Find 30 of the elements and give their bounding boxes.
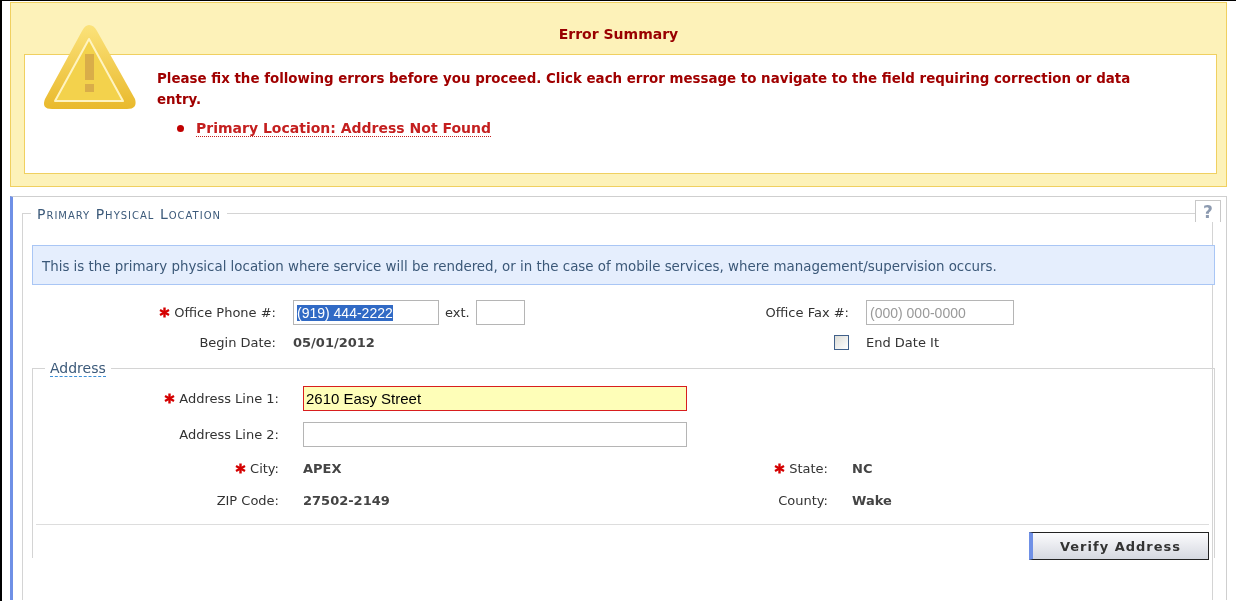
field-label: Address Line 2: (179, 427, 279, 442)
field-label: Address Line 1: (179, 391, 279, 406)
field-label: State: (789, 461, 828, 476)
bullet-icon (177, 125, 184, 132)
field-value: Wake (852, 492, 893, 510)
field-label: ext. (445, 305, 470, 320)
field-label: County: (778, 493, 828, 508)
field-label: Office Fax #: (765, 305, 849, 320)
field-value: 27502-2149 (303, 492, 391, 510)
checkbox-label: End Date It (866, 335, 940, 350)
field-value: NC (852, 460, 874, 478)
info-message: This is the primary physical location where service will be rendered, or in the case of mobile services, where management/supervision occurs. (32, 245, 1215, 285)
fax-field[interactable]: (000) 000-0000 (866, 300, 1014, 325)
address-field[interactable] (303, 422, 687, 447)
field-label: ZIP Code: (216, 493, 279, 508)
phone-field[interactable]: (919) 444-2222 (293, 300, 439, 325)
field-label: Office Phone #: (174, 305, 276, 320)
field-label: City: (250, 461, 279, 476)
field-value: APEX (303, 460, 343, 478)
address-field[interactable]: 2610 Easy Street (303, 386, 687, 411)
field-label: Begin Date: (199, 335, 276, 350)
summary-title: Error Summary (557, 25, 680, 43)
error-message: Please fix the following errors before you proceed. Click each error message to navigate to the field requiring correction or data entry. (157, 70, 1132, 109)
address-legend: Address (50, 360, 106, 377)
warning-icon (41, 23, 138, 111)
error-link[interactable]: Primary Location: Address Not Found (196, 120, 492, 137)
extension-field[interactable] (475, 300, 525, 325)
field-value: 05/01/2012 (293, 335, 376, 350)
verify-address-button[interactable]: Verify Address (1029, 532, 1209, 560)
checkbox[interactable] (834, 335, 849, 350)
